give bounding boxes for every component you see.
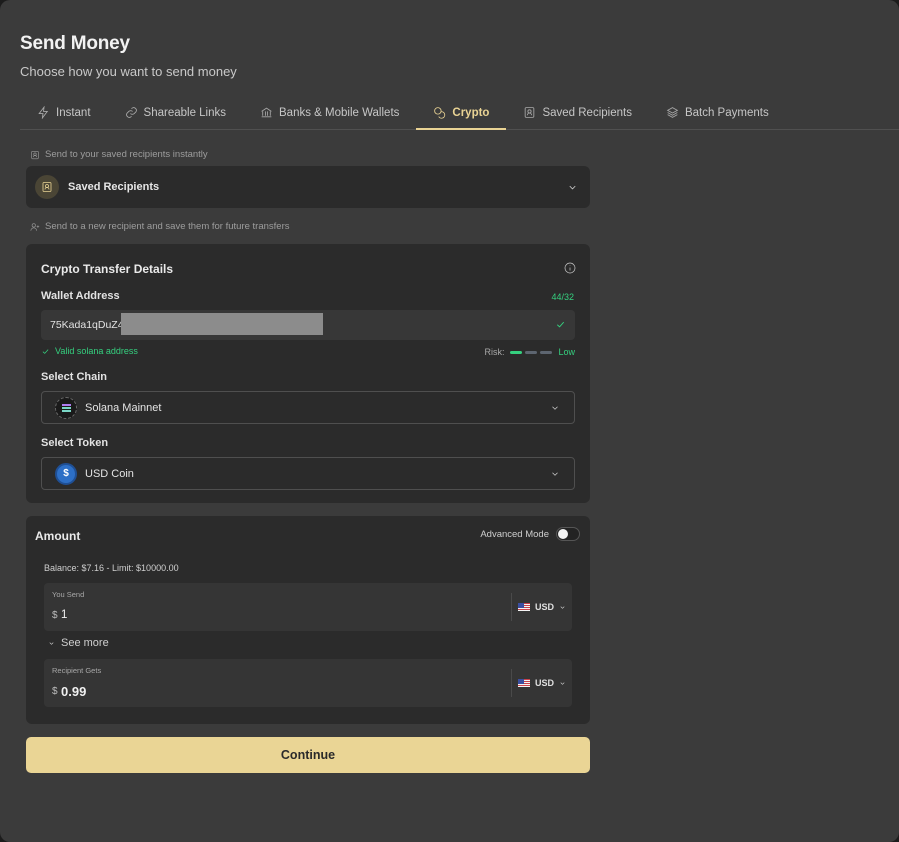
page-subtitle: Choose how you want to send money (20, 64, 237, 79)
chevron-down-icon (569, 185, 576, 189)
bank-icon (261, 107, 272, 118)
receive-currency-select[interactable]: USD (510, 669, 572, 697)
crypto-section-title: Crypto Transfer Details (41, 262, 174, 276)
recipient-gets-label: Recipient Gets (52, 666, 102, 675)
wallet-address-input[interactable]: 75Kada1qDuZ4 (41, 310, 575, 340)
layers-icon (666, 107, 679, 118)
tab-crypto[interactable]: Crypto (416, 96, 507, 130)
tab-bar: Instant Shareable Links Banks & Mobile W… (20, 96, 899, 130)
tab-label: Banks & Mobile Wallets (279, 106, 400, 119)
see-more-label: See more (61, 637, 109, 649)
risk-meter (510, 350, 553, 354)
tab-batch-payments[interactable]: Batch Payments (649, 96, 786, 129)
advanced-mode-control: Advanced Mode (480, 527, 580, 541)
risk-bar (540, 350, 553, 354)
risk-label: Risk: (484, 347, 505, 357)
chain-label: Select Chain (41, 371, 108, 383)
hint-text: Send to a new recipient and save them fo… (45, 221, 290, 232)
redacted-address-block (121, 313, 323, 335)
currency-symbol: $ (52, 610, 58, 621)
contact-avatar (35, 175, 59, 199)
tab-label: Batch Payments (684, 106, 769, 119)
chevron-down-icon (49, 641, 54, 645)
tab-saved-recipients[interactable]: Saved Recipients (506, 96, 649, 129)
token-label: Select Token (41, 437, 109, 449)
see-more-toggle[interactable]: See more (48, 637, 109, 649)
check-icon (42, 348, 49, 354)
advanced-mode-toggle[interactable] (556, 527, 580, 541)
risk-bar (510, 350, 523, 354)
wallet-address-value: 75Kada1qDuZ4 (50, 319, 124, 331)
usdc-logo-icon: $ (55, 462, 77, 485)
saved-recipients-label: Saved Recipients (68, 181, 160, 193)
recipient-gets-box: Recipient Gets $ USD (44, 659, 572, 707)
contact-icon (31, 150, 39, 159)
advanced-mode-label: Advanced Mode (480, 528, 549, 540)
link-icon (125, 107, 137, 118)
token-value: USD Coin (85, 467, 134, 480)
wallet-address-label: Wallet Address (41, 290, 120, 302)
coins-icon (434, 107, 446, 119)
bolt-icon (38, 106, 49, 119)
tab-label: Instant (56, 106, 91, 119)
currency-code: USD (534, 602, 554, 612)
chevron-down-icon (560, 681, 565, 685)
send-currency-select[interactable]: USD (510, 593, 572, 621)
chain-select[interactable]: Solana Mainnet (41, 391, 575, 424)
chevron-down-icon (552, 471, 558, 476)
crypto-transfer-panel: Crypto Transfer Details Wallet Address 4… (26, 244, 590, 503)
you-send-box: You Send $ USD (44, 583, 572, 631)
risk-level: Low (558, 347, 575, 357)
send-money-window: Send Money Choose how you want to send m… (0, 0, 899, 842)
chevron-down-icon (560, 605, 565, 609)
validation-text: Valid solana address (55, 346, 138, 356)
tab-label: Shareable Links (143, 106, 227, 119)
tab-instant[interactable]: Instant (20, 96, 108, 129)
you-send-label: You Send (52, 590, 85, 599)
tab-banks-mobile-wallets[interactable]: Banks & Mobile Wallets (243, 96, 416, 129)
risk-indicator: Risk: Low (484, 347, 575, 357)
chevron-down-icon (552, 405, 558, 410)
saved-recipients-hint: Send to your saved recipients instantly (30, 149, 208, 160)
amount-title: Amount (35, 529, 81, 543)
receive-amount-input[interactable] (61, 681, 501, 701)
tab-label: Saved Recipients (542, 106, 632, 119)
address-validation-message: Valid solana address (41, 346, 138, 356)
tab-shareable-links[interactable]: Shareable Links (108, 96, 243, 129)
us-flag-icon (517, 603, 530, 611)
hint-text: Send to your saved recipients instantly (45, 149, 208, 160)
balance-limit-text: Balance: $7.16 - Limit: $10000.00 (44, 563, 179, 573)
token-select[interactable]: $ USD Coin (41, 457, 575, 490)
tab-label: Crypto (452, 106, 490, 119)
wallet-char-counter: 44/32 (551, 292, 574, 302)
risk-bar (525, 350, 538, 354)
contact-icon (525, 107, 535, 118)
currency-code: USD (534, 678, 554, 688)
chain-value: Solana Mainnet (85, 401, 162, 414)
amount-panel: Amount Advanced Mode Balance: $7.16 - Li… (26, 516, 590, 724)
continue-button[interactable]: Continue (26, 737, 590, 773)
send-amount-input[interactable] (61, 606, 501, 624)
page-title: Send Money (20, 33, 130, 54)
us-flag-icon (517, 679, 530, 687)
info-icon[interactable] (564, 262, 576, 274)
contact-icon (42, 182, 52, 192)
new-recipient-hint: Send to a new recipient and save them fo… (30, 221, 290, 232)
user-plus-icon (30, 222, 40, 231)
saved-recipients-dropdown[interactable]: Saved Recipients (26, 166, 590, 208)
check-icon (556, 321, 565, 328)
currency-symbol: $ (52, 686, 58, 697)
solana-logo-icon (55, 396, 77, 419)
